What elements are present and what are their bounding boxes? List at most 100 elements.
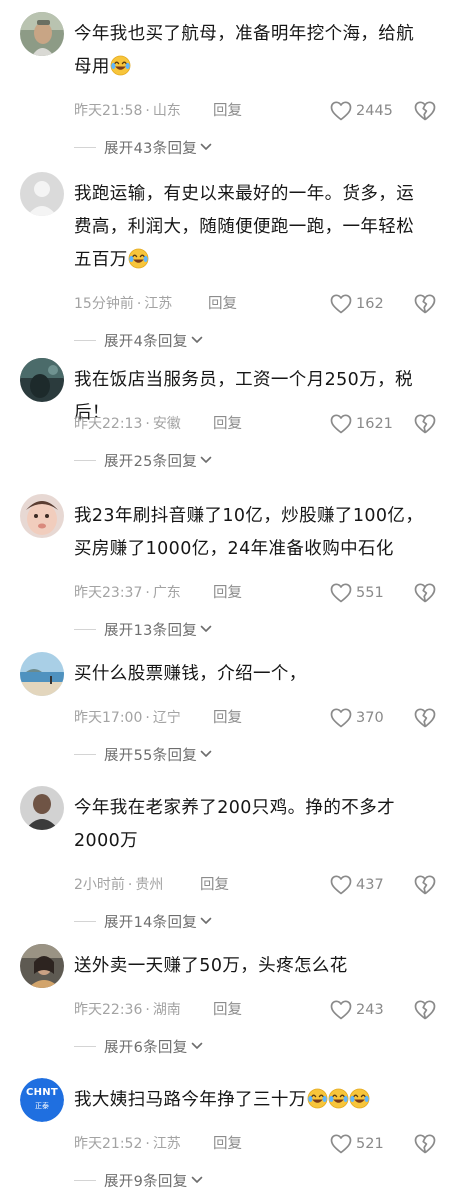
comment-text: 送外卖一天赚了50万，头疼怎么花: [74, 950, 438, 983]
comment-time: 2小时前: [74, 877, 125, 893]
expand-replies-button[interactable]: 展开9条回复: [74, 1169, 203, 1191]
comment-text-segment: 我23年刷抖音赚了10亿，炒股赚了100亿，: [74, 506, 424, 526]
comment-text: 我23年刷抖音赚了10亿，炒股赚了100亿， 买房赚了1000亿，24年准备收购中…: [74, 500, 438, 566]
laughing-tears-emoji-icon: [110, 55, 131, 88]
meta-separator: ·: [145, 416, 150, 432]
like-button[interactable]: 370: [330, 706, 384, 730]
comment-text-segment: 母用: [74, 57, 110, 77]
comment-text-line: 2000万: [74, 825, 438, 858]
expand-replies-label: 展开13条回复: [104, 622, 198, 639]
reply-button[interactable]: 回复: [213, 100, 242, 122]
expand-divider: [74, 628, 96, 630]
comment-list: 今年我也买了航母，准备明年挖个海，给航 母用 昨天21:58 · 山东 回复 2445 …: [0, 0, 456, 1200]
laughing-tears-emoji-icon: [128, 248, 149, 281]
meta-separator: ·: [145, 1002, 150, 1018]
like-button[interactable]: 2445: [330, 99, 393, 123]
comment-text: 我跑运输，有史以来最好的一年。货多，运 费高，利润大，随随便便跑一跑，一年轻松五百…: [74, 178, 438, 281]
broken-heart-icon[interactable]: [414, 999, 436, 1021]
comment-text-segment: 费高，利润大，随随便便跑一跑，一年轻松: [74, 217, 415, 237]
comment-text: 我大姨扫马路今年挣了三十万: [74, 1084, 438, 1121]
like-count: 551: [356, 585, 384, 601]
heart-outline-icon: [330, 875, 352, 895]
reply-button[interactable]: 回复: [213, 999, 242, 1021]
reply-button[interactable]: 回复: [213, 582, 242, 604]
reply-button[interactable]: 回复: [208, 293, 237, 315]
expand-replies-button[interactable]: 展开55条回复: [74, 743, 212, 765]
like-button[interactable]: 551: [330, 581, 384, 605]
chevron-down-icon: [191, 1176, 203, 1184]
reply-button[interactable]: 回复: [200, 874, 229, 896]
comment-text-line: 五百万: [74, 244, 438, 281]
like-button[interactable]: 1621: [330, 412, 393, 436]
comment-text-segment: 我大姨扫马路今年挣了三十万: [74, 1090, 307, 1110]
expand-replies-button[interactable]: 展开43条回复: [74, 136, 212, 158]
broken-heart-icon[interactable]: [414, 413, 436, 435]
comment-text-segment: 我跑运输，有史以来最好的一年。货多，运: [74, 184, 415, 204]
user-avatar[interactable]: CHNT 正泰: [20, 1078, 64, 1122]
user-avatar[interactable]: [20, 358, 64, 402]
expand-divider: [74, 1045, 96, 1047]
broken-heart-icon[interactable]: [414, 582, 436, 604]
reply-button[interactable]: 回复: [213, 707, 242, 729]
comment-text-segment: 送外卖一天赚了50万，头疼怎么花: [74, 956, 348, 976]
comment-text-line: 我23年刷抖音赚了10亿，炒股赚了100亿，: [74, 500, 438, 533]
heart-outline-icon: [330, 1000, 352, 1020]
like-count: 2445: [356, 103, 393, 119]
comment-location: 安徽: [152, 416, 181, 432]
meta-separator: ·: [145, 103, 150, 119]
comment-text-line: 送外卖一天赚了50万，头疼怎么花: [74, 950, 438, 983]
user-avatar[interactable]: [20, 494, 64, 538]
like-button[interactable]: 437: [330, 873, 384, 897]
broken-heart-icon[interactable]: [414, 100, 436, 122]
comment-location: 广东: [152, 585, 181, 601]
heart-outline-icon: [330, 101, 352, 121]
like-button[interactable]: 162: [330, 292, 384, 316]
comment-meta: 昨天21:52 · 江苏: [74, 1133, 181, 1155]
comment-text-segment: 2000万: [74, 831, 139, 851]
user-avatar[interactable]: [20, 12, 64, 56]
like-button[interactable]: 243: [330, 998, 384, 1022]
expand-replies-label: 展开55条回复: [104, 747, 198, 764]
comment-text-line: 我大姨扫马路今年挣了三十万: [74, 1084, 438, 1121]
broken-heart-icon[interactable]: [414, 707, 436, 729]
chevron-down-icon: [191, 336, 203, 344]
like-count: 370: [356, 710, 384, 726]
chevron-down-icon: [191, 1042, 203, 1050]
chevron-down-icon: [200, 456, 212, 464]
reply-button[interactable]: 回复: [213, 413, 242, 435]
user-avatar[interactable]: [20, 944, 64, 988]
comment-text-line: 买房赚了1000亿，24年准备收购中石化: [74, 533, 438, 566]
like-count: 243: [356, 1002, 384, 1018]
comment-text-line: 母用: [74, 51, 438, 88]
expand-replies-button[interactable]: 展开25条回复: [74, 449, 212, 471]
expand-replies-button[interactable]: 展开13条回复: [74, 618, 212, 640]
heart-outline-icon: [330, 1134, 352, 1154]
comment-text-line: 费高，利润大，随随便便跑一跑，一年轻松: [74, 211, 438, 244]
reply-button[interactable]: 回复: [213, 1133, 242, 1155]
expand-replies-label: 展开6条回复: [104, 1039, 188, 1056]
heart-outline-icon: [330, 708, 352, 728]
chevron-down-icon: [200, 625, 212, 633]
broken-heart-icon[interactable]: [414, 293, 436, 315]
broken-heart-icon[interactable]: [414, 874, 436, 896]
laughing-tears-emoji-icon: [328, 1088, 349, 1121]
expand-replies-button[interactable]: 展开4条回复: [74, 329, 203, 351]
heart-outline-icon: [330, 583, 352, 603]
expand-divider: [74, 1179, 96, 1181]
expand-divider: [74, 339, 96, 341]
comment-text-line: 我跑运输，有史以来最好的一年。货多，运: [74, 178, 438, 211]
user-avatar[interactable]: [20, 786, 64, 830]
expand-replies-button[interactable]: 展开6条回复: [74, 1035, 203, 1057]
broken-heart-icon[interactable]: [414, 1133, 436, 1155]
comment-meta: 昨天23:37 · 广东: [74, 582, 181, 604]
comment-time: 昨天21:58: [74, 103, 143, 119]
user-avatar[interactable]: [20, 172, 64, 216]
comment-location: 江苏: [144, 296, 173, 312]
like-button[interactable]: 521: [330, 1132, 384, 1156]
meta-separator: ·: [145, 710, 150, 726]
comment-text-line: 今年我也买了航母，准备明年挖个海，给航: [74, 18, 438, 51]
comment-text: 今年我在老家养了200只鸡。挣的不多才 2000万: [74, 792, 438, 858]
chevron-down-icon: [200, 917, 212, 925]
user-avatar[interactable]: [20, 652, 64, 696]
expand-replies-button[interactable]: 展开14条回复: [74, 910, 212, 932]
